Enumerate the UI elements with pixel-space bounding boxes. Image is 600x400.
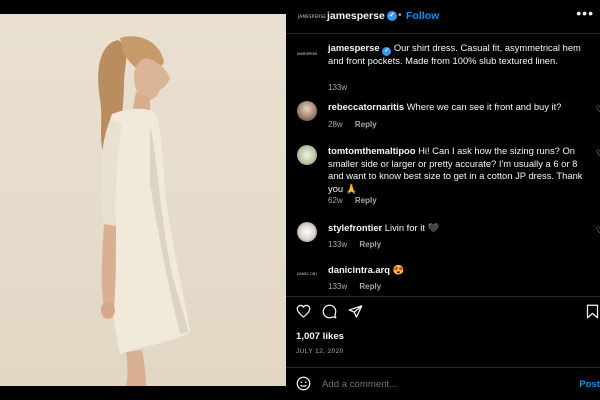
reply-button[interactable]: Reply: [355, 196, 377, 205]
more-options-icon[interactable]: •••: [576, 5, 594, 21]
avatar-logo-text: DANIEL CINTRA: [297, 272, 317, 276]
comment-meta: 62w Reply: [328, 196, 387, 205]
comment-body: Livin for it 🖤: [384, 222, 440, 233]
verified-icon: ✓: [387, 11, 397, 21]
post-photo[interactable]: [0, 14, 286, 386]
reply-button[interactable]: Reply: [359, 240, 381, 249]
like-comment-heart-icon[interactable]: ♡: [596, 148, 600, 159]
like-comment-heart-icon[interactable]: ♡: [596, 104, 600, 115]
author-username[interactable]: jamesperse: [327, 10, 385, 22]
avatar[interactable]: [297, 145, 317, 165]
comment-username[interactable]: rebeccatornaritis: [328, 101, 404, 112]
comment-body: Where we can see it front and buy it?: [406, 101, 562, 112]
emoji-icon[interactable]: [296, 376, 311, 396]
comment-body: 😍: [392, 264, 405, 275]
comment-time: 133w: [328, 282, 348, 291]
caption-meta: 133w: [328, 83, 357, 92]
avatar[interactable]: [297, 222, 317, 242]
follow-button[interactable]: Follow: [406, 10, 439, 22]
caption-time: 133w: [328, 83, 348, 92]
comment-text: danicintra.arq 😍: [328, 264, 590, 277]
reply-button[interactable]: Reply: [359, 282, 381, 291]
avatar[interactable]: JAMESPERSE: [298, 12, 326, 22]
post-header: JAMESPERSE jamesperse ✓ • Follow •••: [286, 0, 600, 34]
caption-text: jamesperse ✓ Our shirt dress. Casual fit…: [328, 42, 590, 68]
comment-text: tomtomthemaltipoo Hi! Can I ask how the …: [328, 145, 590, 195]
likes-count[interactable]: 1,007 likes: [296, 331, 344, 342]
avatar[interactable]: JAMESPERSE: [297, 44, 317, 64]
comment-username[interactable]: tomtomthemaltipoo: [328, 145, 416, 156]
avatar[interactable]: [297, 101, 317, 121]
comment-meta: 28w Reply: [328, 120, 387, 129]
like-comment-heart-icon[interactable]: ♡: [596, 225, 600, 236]
post-detail-panel: JAMESPERSE jamesperse ✓ • Follow ••• JAM…: [286, 0, 600, 400]
comment-icon[interactable]: [322, 304, 337, 324]
heart-icon[interactable]: [296, 304, 311, 323]
photo-illustration: [98, 36, 190, 386]
bookmark-icon[interactable]: [586, 304, 599, 324]
comment-text: rebeccatornaritis Where we can see it fr…: [328, 101, 590, 114]
brand-logo: JAMESPERSE: [297, 52, 317, 56]
comment-input[interactable]: [322, 379, 552, 390]
comment-composer: Post: [286, 367, 600, 400]
comment-text: stylefrontier Livin for it 🖤: [328, 222, 590, 235]
comment-username[interactable]: danicintra.arq: [328, 264, 390, 275]
post-date: JULY 12, 2020: [296, 348, 344, 355]
comment-time: 62w: [328, 196, 343, 205]
comment-time: 28w: [328, 120, 343, 129]
share-icon[interactable]: [348, 304, 363, 324]
comment-time: 133w: [328, 240, 348, 249]
separator: •: [398, 10, 402, 21]
reply-button[interactable]: Reply: [355, 120, 377, 129]
comment-meta: 133w Reply: [328, 282, 391, 291]
comment-username[interactable]: stylefrontier: [328, 222, 382, 233]
caption-username[interactable]: jamesperse: [328, 42, 380, 53]
post-comment-button[interactable]: Post: [579, 379, 600, 390]
post-actions: [286, 296, 600, 326]
comments-list[interactable]: JAMESPERSE jamesperse ✓ Our shirt dress.…: [286, 34, 600, 296]
avatar[interactable]: DANIEL CINTRA: [297, 264, 317, 284]
comment-meta: 133w Reply: [328, 240, 391, 249]
